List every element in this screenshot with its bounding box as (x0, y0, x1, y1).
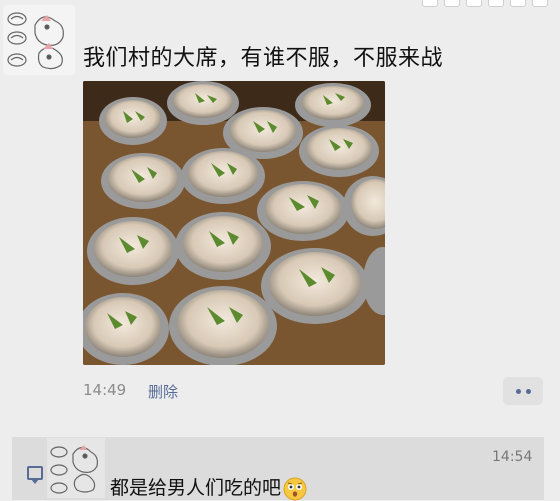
comment-icon (27, 466, 43, 484)
post-image[interactable] (83, 81, 385, 365)
delete-button[interactable]: 删除 (148, 381, 178, 402)
comment-time: 14:54 (492, 449, 533, 465)
commenter-avatar[interactable] (47, 438, 105, 498)
more-dots-icon (515, 388, 521, 394)
comment-text: 都是给男人们吃的吧 (110, 477, 282, 499)
shocked-face-emoji-icon (283, 477, 307, 500)
comment-row: 都是给男人们吃的吧 (110, 473, 307, 501)
top-strip (404, 0, 560, 7)
poster-avatar[interactable] (3, 5, 75, 75)
post-timestamp: 14:49 (83, 381, 127, 399)
more-actions-button[interactable] (503, 377, 543, 405)
post-text: 我们村的大席，有谁不服，不服来战 (83, 46, 444, 71)
